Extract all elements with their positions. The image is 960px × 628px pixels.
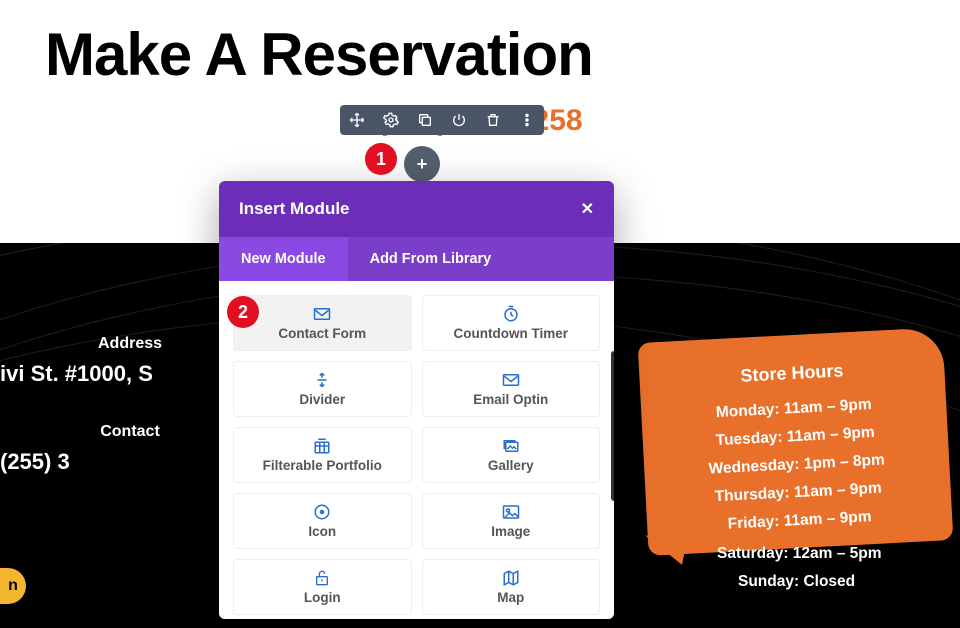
add-module-button[interactable]: + (404, 146, 440, 182)
power-icon[interactable] (450, 111, 468, 129)
image-icon (502, 503, 520, 521)
divider-icon (313, 371, 331, 389)
mail-icon (313, 305, 331, 323)
module-item-label: Contact Form (278, 326, 366, 341)
insert-module-modal: Insert Module ✕ New Module Add From Libr… (219, 181, 614, 619)
tab-new-module[interactable]: New Module (219, 237, 348, 281)
annotation-badge-2: 2 (227, 296, 259, 328)
image-multi-icon (502, 437, 520, 455)
annotation-badge-1: 1 (365, 143, 397, 175)
lock-icon (314, 569, 330, 587)
close-icon[interactable]: ✕ (581, 199, 594, 219)
hours-line: Thursday: 11am – 9pm (663, 477, 933, 509)
hours-line: Saturday: 12am – 5pm (717, 545, 882, 563)
module-item-label: Icon (308, 524, 336, 539)
trash-icon[interactable] (484, 111, 502, 129)
module-toolbar (340, 105, 544, 135)
module-item-login[interactable]: Login (233, 559, 412, 615)
module-item-icon[interactable]: Icon (233, 493, 412, 549)
modal-header: Insert Module ✕ (219, 181, 614, 237)
module-item-label: Gallery (488, 458, 534, 473)
module-item-email-optin[interactable]: Email Optin (422, 361, 601, 417)
hours-line: Sunday: Closed (738, 573, 855, 591)
modal-title: Insert Module (239, 199, 350, 219)
tab-add-from-library[interactable]: Add From Library (348, 237, 514, 281)
hours-line: Wednesday: 1pm – 8pm (662, 449, 932, 481)
module-item-map[interactable]: Map (422, 559, 601, 615)
page-title: Make A Reservation (0, 0, 960, 99)
circle-dot-icon (313, 503, 331, 521)
store-hours-title: Store Hours (657, 356, 927, 391)
modal-body: Contact Form Countdown Timer Divider Ema… (219, 281, 614, 619)
grid-icon (313, 437, 331, 455)
gear-icon[interactable] (382, 111, 400, 129)
module-item-label: Image (491, 524, 530, 539)
scrollbar[interactable] (611, 351, 614, 501)
hours-line: Tuesday: 11am – 9pm (660, 421, 930, 453)
module-item-label: Login (304, 590, 341, 605)
module-item-label: Divider (299, 392, 345, 407)
module-item-contact-form[interactable]: Contact Form (233, 295, 412, 351)
module-item-image[interactable]: Image (422, 493, 601, 549)
move-icon[interactable] (348, 111, 366, 129)
timer-icon (502, 305, 520, 323)
module-item-countdown-timer[interactable]: Countdown Timer (422, 295, 601, 351)
hours-line: Friday: 11am – 9pm (665, 505, 935, 537)
more-icon[interactable] (518, 111, 536, 129)
module-item-filterable-portfolio[interactable]: Filterable Portfolio (233, 427, 412, 483)
hours-line: Monday: 11am – 9pm (659, 393, 929, 425)
map-icon (502, 569, 520, 587)
duplicate-icon[interactable] (416, 111, 434, 129)
module-item-label: Map (497, 590, 524, 605)
module-item-label: Email Optin (473, 392, 548, 407)
mail-icon (502, 371, 520, 389)
module-item-gallery[interactable]: Gallery (422, 427, 601, 483)
module-item-label: Filterable Portfolio (263, 458, 382, 473)
modal-tabs: New Module Add From Library (219, 237, 614, 281)
module-item-label: Countdown Timer (454, 326, 569, 341)
store-hours-card: Store Hours Monday: 11am – 9pm Tuesday: … (638, 327, 954, 556)
module-item-divider[interactable]: Divider (233, 361, 412, 417)
